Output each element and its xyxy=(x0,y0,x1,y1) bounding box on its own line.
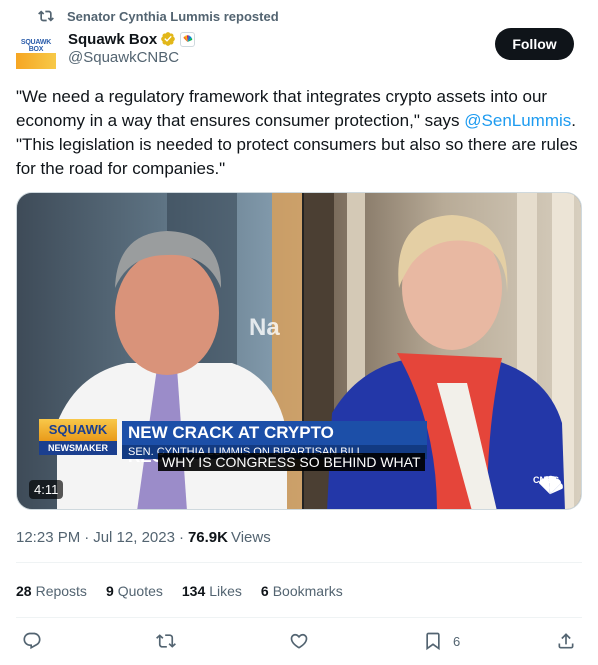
stat-likes[interactable]: 134 Likes xyxy=(182,583,242,599)
cnbc-logo: CNBC xyxy=(533,475,563,495)
reply-icon xyxy=(23,632,41,650)
video-duration: 4:11 xyxy=(29,480,64,499)
tweet-meta: 12:23 PM · Jul 12, 2023 · 76.9K Views xyxy=(16,529,271,546)
repost-header[interactable]: Senator Cynthia Lummis reposted xyxy=(38,7,279,25)
bookmark-icon xyxy=(426,632,440,651)
bookmark-count: 6 xyxy=(453,633,461,649)
like-button[interactable] xyxy=(289,630,309,652)
tweet-time[interactable]: 12:23 PM xyxy=(16,529,80,546)
bookmark-button[interactable]: 6 xyxy=(423,630,460,652)
repost-icon xyxy=(156,634,176,648)
share-icon xyxy=(558,633,574,649)
divider xyxy=(16,562,582,563)
repost-button[interactable] xyxy=(156,630,176,652)
tweet-date[interactable]: Jul 12, 2023 xyxy=(93,529,175,546)
display-name[interactable]: Squawk Box xyxy=(68,31,157,48)
closed-caption: WHY IS CONGRESS SO BEHIND WHAT xyxy=(158,453,425,471)
stat-reposts[interactable]: 28 Reposts xyxy=(16,583,87,599)
avatar[interactable]: SQUAWK BOX xyxy=(16,29,56,69)
verified-badge-icon[interactable] xyxy=(160,31,176,47)
stat-quotes[interactable]: 9 Quotes xyxy=(106,583,163,599)
background-logo: Na xyxy=(249,314,280,341)
video-player[interactable]: Na SQUAWK NEWSMAKER NEW CRACK AT CRYPTO … xyxy=(16,192,582,510)
views-count: 76.9K xyxy=(187,529,228,546)
divider xyxy=(16,617,582,618)
affiliation-badge-icon[interactable] xyxy=(180,31,196,47)
repost-label: Senator Cynthia Lummis reposted xyxy=(67,8,279,24)
heart-icon xyxy=(290,633,308,649)
action-bar: 6 xyxy=(0,630,598,654)
repost-icon xyxy=(38,10,54,22)
chyron-headline: NEW CRACK AT CRYPTO REGULATION xyxy=(122,421,427,466)
share-button[interactable] xyxy=(556,630,576,652)
stat-bookmarks[interactable]: 6 Bookmarks xyxy=(261,583,343,599)
mention-link[interactable]: @SenLummis xyxy=(464,111,571,130)
cnbc-peacock-icon xyxy=(183,35,193,42)
follow-button[interactable]: Follow xyxy=(495,28,574,60)
avatar-logo: SQUAWK BOX xyxy=(20,39,52,53)
reply-button[interactable] xyxy=(22,630,42,652)
author-name-row[interactable]: Squawk Box xyxy=(68,29,196,49)
views-label: Views xyxy=(230,529,271,546)
tweet-text: "We need a regulatory framework that int… xyxy=(16,87,578,178)
cnbc-peacock-icon xyxy=(538,475,563,495)
engagement-stats: 28 Reposts 9 Quotes 134 Likes 6 Bookmarks xyxy=(16,583,362,599)
squawk-newsmaker-logo: SQUAWK NEWSMAKER xyxy=(39,419,117,465)
author-handle[interactable]: @SquawkCNBC xyxy=(68,49,179,66)
